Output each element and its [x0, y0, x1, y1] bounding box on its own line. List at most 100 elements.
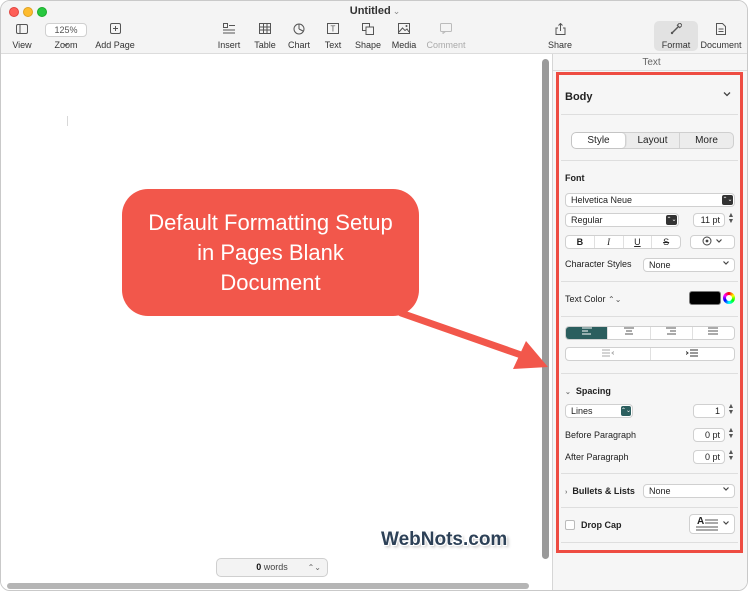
align-right-button[interactable]: [651, 327, 693, 339]
word-count-label: words: [263, 562, 288, 572]
word-count-control[interactable]: 0 words ⌃⌄: [216, 558, 328, 577]
insert-label: Insert: [217, 40, 241, 50]
drop-cap-checkbox[interactable]: [565, 520, 575, 530]
media-label: Media: [391, 40, 417, 50]
chart-icon: [286, 23, 312, 38]
spacing-section-toggle[interactable]: ⌄ Spacing: [565, 386, 611, 396]
comment-label: Comment: [426, 40, 466, 50]
text-color-select[interactable]: Text Color ⌃⌄: [565, 294, 621, 304]
comment-button[interactable]: Comment: [426, 23, 466, 50]
underline-button[interactable]: U: [624, 236, 653, 248]
align-right-icon: [666, 327, 677, 338]
tab-style[interactable]: Style: [572, 133, 626, 148]
shape-icon: [354, 23, 382, 38]
font-size-stepper[interactable]: ▲ ▼: [727, 212, 735, 225]
spacing-mode-select[interactable]: Lines ⌃⌄: [565, 404, 633, 418]
text-box-icon: T: [321, 23, 345, 38]
bullets-select[interactable]: None: [643, 484, 735, 498]
chart-button[interactable]: Chart: [286, 23, 312, 50]
comment-icon: [426, 23, 466, 38]
drop-cap-style-select[interactable]: A: [689, 514, 735, 534]
divider: [561, 114, 738, 115]
chevron-down-icon[interactable]: [722, 89, 732, 102]
word-count-value: 0: [256, 562, 262, 572]
text-color-well[interactable]: [689, 291, 721, 305]
increase-indent-icon: [685, 349, 699, 359]
after-paragraph-field[interactable]: 0 pt: [693, 450, 725, 464]
vertical-scrollbar[interactable]: [542, 59, 549, 559]
font-section-label: Font: [565, 173, 585, 183]
toolbar: Untitled ⌄ View 125% ⌄ Zoom Add Page Inse…: [1, 1, 747, 54]
paintbrush-icon: [656, 22, 696, 38]
document-label: Document: [700, 40, 742, 50]
after-paragraph-stepper[interactable]: ▲ ▼: [727, 449, 735, 462]
align-left-icon: [581, 327, 592, 338]
media-button[interactable]: Media: [391, 23, 417, 50]
drop-cap-label: Drop Cap: [581, 520, 622, 530]
zoom-control[interactable]: 125% ⌄ Zoom: [45, 23, 87, 50]
indent-buttons: [565, 347, 735, 361]
media-icon: [391, 23, 417, 38]
document-button[interactable]: Document: [700, 23, 742, 50]
table-button[interactable]: Table: [252, 23, 278, 50]
popup-stepper-icon: ⌃⌄: [722, 195, 733, 205]
format-button[interactable]: Format: [656, 22, 696, 50]
document-icon: [700, 23, 742, 38]
stepper-icon: ⌃⌄: [307, 563, 321, 572]
view-button[interactable]: View: [11, 23, 33, 50]
line-spacing-stepper[interactable]: ▲ ▼: [727, 403, 735, 416]
font-family-select[interactable]: Helvetica Neue ⌃⌄: [565, 193, 735, 207]
paragraph-style-select[interactable]: Body: [565, 91, 593, 103]
chevron-down-icon: [715, 237, 723, 247]
increase-indent-button[interactable]: [651, 348, 735, 360]
bullets-section-toggle[interactable]: › Bullets & Lists: [565, 486, 635, 496]
strikethrough-button[interactable]: S: [652, 236, 680, 248]
callout-line-1: Default Formatting Setup: [148, 210, 393, 235]
add-page-label: Add Page: [95, 40, 135, 50]
annotation-callout: Default Formatting Setup in Pages Blank …: [122, 189, 419, 316]
popup-stepper-icon: ⌃⌄: [666, 215, 677, 225]
divider: [561, 316, 738, 317]
insert-icon: [216, 23, 242, 38]
share-button[interactable]: Share: [547, 22, 573, 50]
window-title[interactable]: Untitled ⌄: [1, 5, 747, 17]
justify-button[interactable]: [693, 327, 734, 339]
document-canvas[interactable]: [1, 54, 549, 590]
character-styles-select[interactable]: None: [643, 258, 735, 272]
shape-button[interactable]: Shape: [354, 23, 382, 50]
align-left-button[interactable]: [566, 327, 609, 339]
share-icon: [547, 22, 573, 38]
text-color-label: Text Color: [565, 294, 606, 304]
table-label: Table: [254, 40, 276, 50]
horizontal-scrollbar[interactable]: [7, 583, 529, 589]
align-center-icon: [623, 327, 634, 338]
chart-label: Chart: [287, 40, 310, 50]
watermark-logo: WebNots.com: [381, 529, 508, 550]
decrease-indent-icon: [601, 349, 615, 359]
divider: [561, 160, 738, 161]
decrease-indent-button[interactable]: [566, 348, 651, 360]
italic-button[interactable]: I: [595, 236, 624, 248]
typeface-select[interactable]: Regular ⌃⌄: [565, 213, 679, 227]
bold-button[interactable]: B: [566, 236, 595, 248]
text-button[interactable]: T Text: [321, 23, 345, 50]
color-wheel-icon[interactable]: [723, 292, 735, 304]
justify-icon: [708, 327, 719, 338]
before-paragraph-field[interactable]: 0 pt: [693, 428, 725, 442]
callout-line-3: Document: [220, 270, 321, 295]
insert-button[interactable]: Insert: [216, 23, 242, 50]
before-paragraph-stepper[interactable]: ▲ ▼: [727, 427, 735, 440]
line-spacing-field[interactable]: 1: [693, 404, 725, 418]
pages-window: Untitled ⌄ View 125% ⌄ Zoom Add Page Inse…: [0, 0, 748, 591]
popup-stepper-icon: ⌃⌄: [621, 406, 632, 416]
advanced-options-button[interactable]: [690, 235, 735, 249]
title-chevron-icon: ⌄: [392, 6, 401, 16]
add-page-button[interactable]: Add Page: [95, 23, 135, 50]
zoom-select[interactable]: 125% ⌄: [45, 23, 87, 48]
divider: [561, 281, 738, 282]
font-size-field[interactable]: 11 pt: [693, 213, 725, 227]
tab-layout[interactable]: Layout: [626, 133, 680, 148]
text-label: Text: [324, 40, 342, 50]
align-center-button[interactable]: [608, 327, 651, 339]
tab-more[interactable]: More: [680, 133, 733, 148]
